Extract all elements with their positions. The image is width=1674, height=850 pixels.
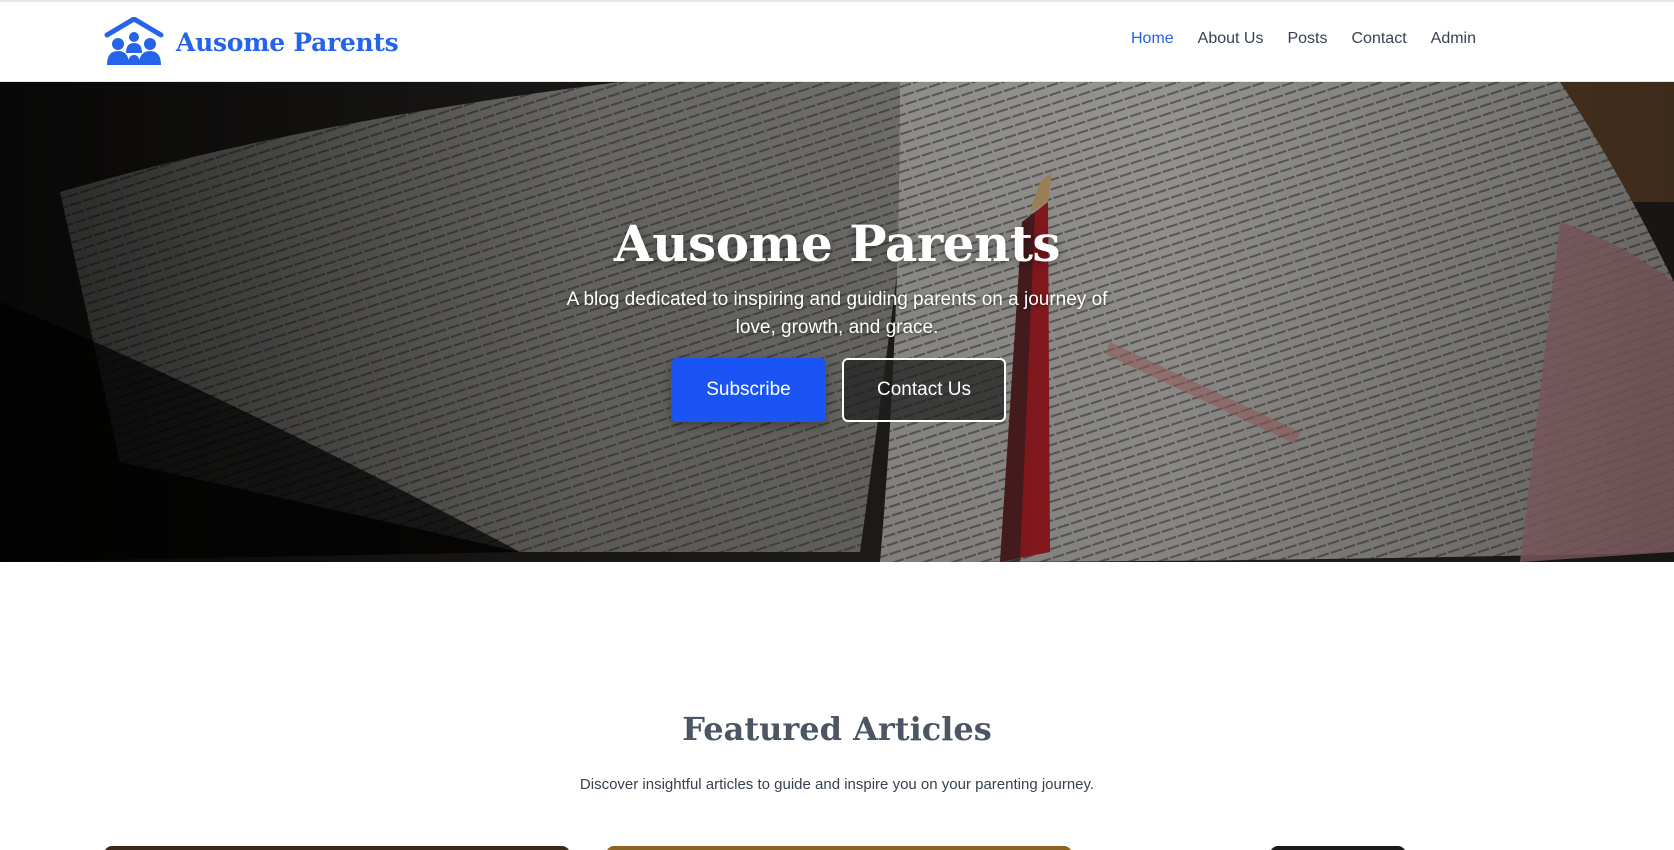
nav-item-about-us[interactable]: About Us <box>1198 30 1264 48</box>
subscribe-button[interactable]: Subscribe <box>671 358 826 422</box>
featured-articles-subtitle: Discover insightful articles to guide an… <box>579 776 1095 793</box>
nav-item-home[interactable]: Home <box>1131 30 1174 48</box>
site-header: Ausome Parents Home About Us Posts Conta… <box>0 2 1674 82</box>
nav-item-contact[interactable]: Contact <box>1352 30 1407 48</box>
contact-us-button[interactable]: Contact Us <box>842 358 1006 422</box>
featured-articles-title: Featured Articles <box>682 710 992 748</box>
main-nav: Home About Us Posts Contact Admin <box>1107 30 1476 48</box>
article-card-image[interactable] <box>606 846 1072 850</box>
hero-title: Ausome Parents <box>613 214 1061 273</box>
nav-item-admin[interactable]: Admin <box>1431 30 1476 48</box>
hero-content: Ausome Parents A blog dedicated to inspi… <box>0 82 1674 562</box>
family-house-icon <box>104 17 164 65</box>
article-card-image[interactable] <box>104 846 570 850</box>
hero-subtitle: A blog dedicated to inspiring and guidin… <box>566 289 1108 338</box>
brand-link[interactable]: Ausome Parents <box>104 16 399 68</box>
article-card-image[interactable] <box>1270 846 1406 850</box>
brand-name: Ausome Parents <box>176 27 399 57</box>
hero-section: Ausome Parents A blog dedicated to inspi… <box>0 82 1674 562</box>
nav-item-posts[interactable]: Posts <box>1287 30 1327 48</box>
